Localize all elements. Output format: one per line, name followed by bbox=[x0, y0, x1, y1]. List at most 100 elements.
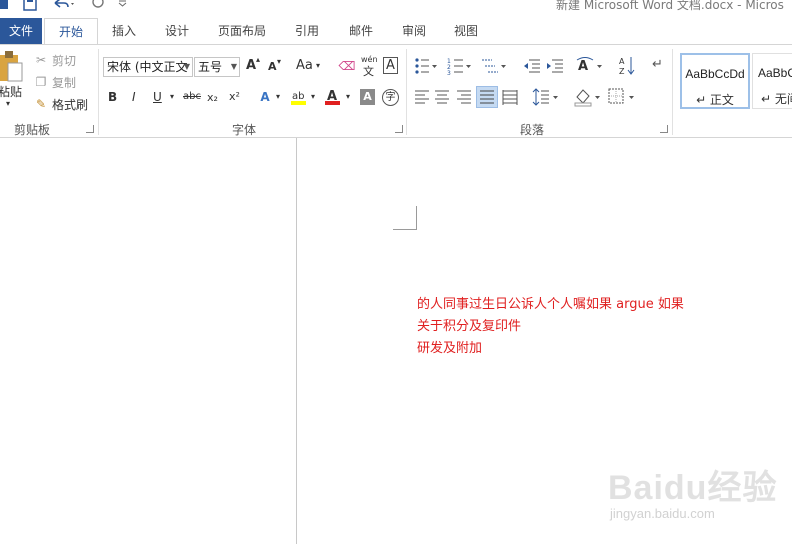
tab-review[interactable]: 审阅 bbox=[390, 18, 438, 44]
character-shading-icon[interactable]: A bbox=[360, 89, 375, 105]
style-name: ↵ 无间 bbox=[761, 92, 792, 106]
document-line[interactable]: 的人同事过生日公诉人个人嘱如果 argue 如果 bbox=[417, 293, 684, 312]
navigation-pane bbox=[0, 138, 297, 544]
cut-button[interactable]: 剪切 bbox=[52, 52, 76, 69]
watermark-logo: Baidu经验 bbox=[608, 469, 778, 507]
copy-icon[interactable]: ❐ bbox=[32, 73, 50, 91]
format-painter-icon[interactable]: ✎ bbox=[32, 95, 50, 113]
phonetic-char-icon: 文 bbox=[363, 65, 374, 78]
chevron-down-icon[interactable]: ▾ bbox=[311, 92, 315, 101]
align-left-icon[interactable] bbox=[414, 89, 430, 105]
underline-button[interactable]: U bbox=[153, 90, 162, 104]
paragraph-shading-icon[interactable] bbox=[574, 87, 604, 107]
asian-layout-icon[interactable]: A bbox=[576, 56, 606, 76]
svg-text:A: A bbox=[619, 57, 625, 66]
style-normal[interactable]: AaBbCcDd ↵ 正文 bbox=[680, 53, 750, 109]
tab-home[interactable]: 开始 bbox=[44, 18, 98, 45]
bullets-icon[interactable] bbox=[414, 57, 438, 75]
chevron-down-icon: ▼ bbox=[230, 62, 237, 71]
tab-references[interactable]: 引用 bbox=[282, 18, 332, 44]
font-name-dropdown[interactable]: 宋体 (中文正文 ▼ bbox=[103, 57, 193, 77]
character-border-button[interactable]: A bbox=[383, 57, 398, 74]
undo-icon[interactable] bbox=[52, 0, 74, 13]
decrease-indent-icon[interactable] bbox=[523, 57, 541, 75]
paste-dropdown-icon[interactable]: ▾ bbox=[6, 99, 10, 108]
style-sample: AaBbC bbox=[758, 66, 792, 80]
multilevel-list-icon[interactable] bbox=[481, 57, 509, 75]
paste-icon[interactable] bbox=[0, 51, 24, 85]
ribbon-home: 粘贴 ▾ ✂ 剪切 ❐ 复制 ✎ 格式刷 剪贴板 宋体 (中文正文 ▼ 五号 ▼… bbox=[0, 44, 792, 138]
chevron-down-icon[interactable]: ▾ bbox=[316, 61, 320, 70]
baidu-watermark: Baidu经验 jingyan.baidu.com bbox=[580, 458, 780, 528]
svg-text:3: 3 bbox=[447, 70, 451, 75]
text-effects-icon[interactable]: A bbox=[256, 88, 274, 106]
font-color-icon[interactable]: A bbox=[324, 87, 342, 107]
clipboard-group-label: 剪贴板 bbox=[14, 123, 51, 137]
tab-view[interactable]: 视图 bbox=[442, 18, 490, 44]
font-group-label: 字体 bbox=[232, 123, 257, 137]
borders-icon[interactable] bbox=[608, 87, 638, 107]
svg-text:Z: Z bbox=[619, 67, 625, 76]
format-painter-button[interactable]: 格式刷 bbox=[52, 96, 88, 113]
distributed-icon[interactable] bbox=[502, 89, 518, 105]
increase-indent-icon[interactable] bbox=[546, 57, 564, 75]
subscript-button[interactable]: x₂ bbox=[207, 91, 218, 104]
chevron-down-icon[interactable]: ▾ bbox=[276, 92, 280, 101]
group-separator bbox=[406, 49, 407, 135]
paste-button[interactable]: 粘贴 bbox=[0, 83, 22, 100]
style-no-spacing[interactable]: AaBbC ↵ 无间 bbox=[752, 53, 792, 109]
show-paragraph-marks-icon[interactable]: ↵ bbox=[652, 57, 663, 72]
quick-access-toolbar: 新建 Microsoft Word 文档.docx - Micros bbox=[0, 0, 792, 14]
tab-page-layout[interactable]: 页面布局 bbox=[206, 18, 278, 44]
line-spacing-icon[interactable] bbox=[532, 87, 560, 107]
scissors-icon[interactable]: ✂ bbox=[32, 51, 50, 69]
save-icon[interactable] bbox=[22, 0, 38, 13]
shrink-font-button[interactable]: A bbox=[268, 60, 277, 73]
font-launcher-icon[interactable] bbox=[395, 125, 403, 133]
grow-font-button[interactable]: A bbox=[246, 58, 256, 73]
paragraph-launcher-icon[interactable] bbox=[660, 125, 668, 133]
tab-insert[interactable]: 插入 bbox=[100, 18, 148, 44]
highlight-color-icon[interactable]: ab bbox=[290, 87, 308, 107]
document-line[interactable]: 关于积分及复印件 bbox=[417, 315, 521, 334]
word-app-icon[interactable] bbox=[0, 0, 16, 13]
strikethrough-button[interactable]: abc bbox=[183, 91, 201, 102]
font-size-dropdown[interactable]: 五号 ▼ bbox=[194, 57, 240, 77]
italic-button[interactable]: I bbox=[132, 90, 136, 104]
tab-mailings[interactable]: 邮件 bbox=[336, 18, 386, 44]
grow-arrow-icon: ▴ bbox=[256, 55, 261, 64]
style-sample: AaBbCcDd bbox=[685, 67, 745, 81]
tab-file[interactable]: 文件 bbox=[0, 18, 42, 44]
bold-button[interactable]: B bbox=[108, 90, 117, 104]
group-separator bbox=[672, 49, 673, 135]
tab-design[interactable]: 设计 bbox=[152, 18, 202, 44]
copy-button[interactable]: 复制 bbox=[52, 74, 76, 91]
document-line[interactable]: 研发及附加 bbox=[417, 337, 482, 356]
svg-text:A: A bbox=[578, 59, 588, 74]
svg-text:ab: ab bbox=[292, 91, 304, 102]
word-window: 新建 Microsoft Word 文档.docx - Micros 文件 开始… bbox=[0, 0, 792, 544]
align-right-icon[interactable] bbox=[456, 89, 472, 105]
margin-corner-mark bbox=[393, 229, 416, 230]
group-separator bbox=[98, 49, 99, 135]
paragraph-group-label: 段落 bbox=[520, 123, 545, 137]
chevron-down-icon[interactable]: ▾ bbox=[346, 92, 350, 101]
watermark-url: jingyan.baidu.com bbox=[610, 506, 715, 521]
customize-qat-icon[interactable] bbox=[118, 0, 134, 13]
redo-icon[interactable] bbox=[90, 0, 106, 13]
clipboard-launcher-icon[interactable] bbox=[86, 125, 94, 133]
justify-icon[interactable] bbox=[476, 86, 498, 108]
chevron-down-icon[interactable]: ▾ bbox=[170, 92, 174, 101]
clear-formatting-icon[interactable]: ⌫ bbox=[338, 57, 356, 75]
shrink-arrow-icon: ▾ bbox=[277, 57, 282, 66]
enclose-characters-icon[interactable]: 字 bbox=[382, 89, 399, 106]
superscript-button[interactable]: x² bbox=[229, 90, 240, 103]
window-title: 新建 Microsoft Word 文档.docx - Micros bbox=[556, 0, 784, 12]
change-case-button[interactable]: Aa bbox=[296, 58, 313, 73]
align-center-icon[interactable] bbox=[434, 89, 450, 105]
sort-icon[interactable]: AZ bbox=[618, 55, 636, 77]
ribbon-tabs: 文件 开始 插入 设计 页面布局 引用 邮件 审阅 视图 bbox=[0, 18, 792, 45]
style-name: ↵ 正文 bbox=[696, 93, 734, 107]
chevron-down-icon: ▼ bbox=[183, 62, 190, 71]
numbering-icon[interactable]: 123 bbox=[447, 57, 473, 77]
